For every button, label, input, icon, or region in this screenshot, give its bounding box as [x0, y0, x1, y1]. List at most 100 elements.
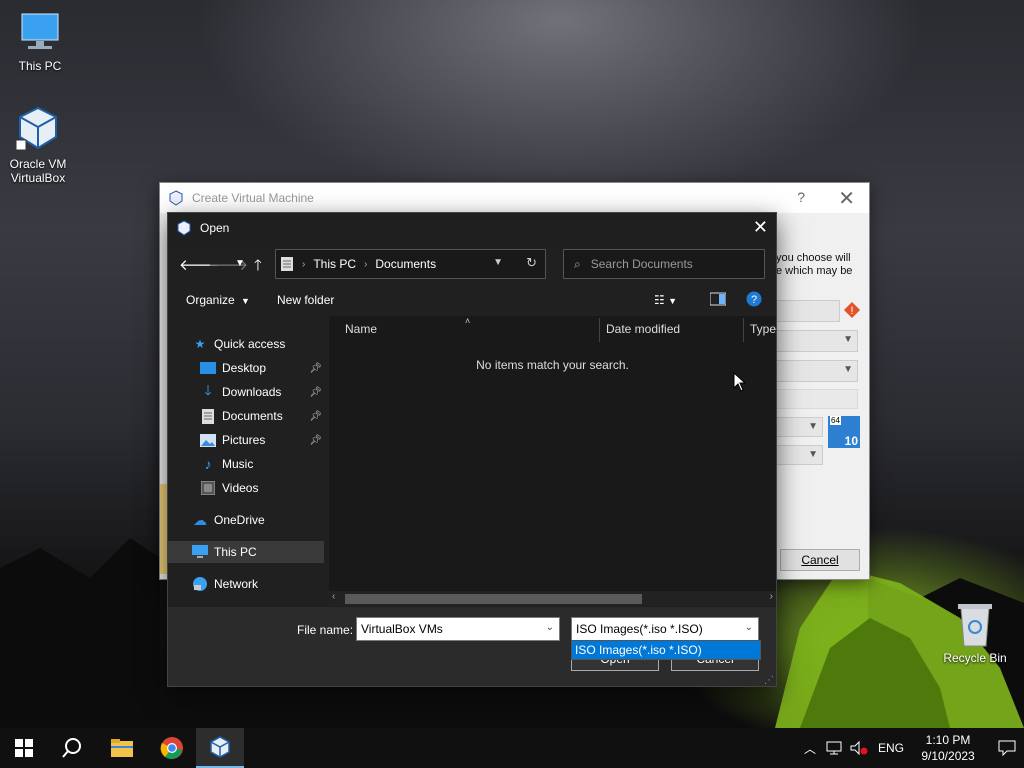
new-folder-button[interactable]: New folder [277, 293, 334, 307]
search-box[interactable]: ⌕ Search Documents [563, 249, 765, 279]
chevron-down-icon: ▼ [241, 296, 250, 306]
os-type-badge: 64 10 [828, 416, 860, 448]
recycle-bin-desktop-icon[interactable]: Recycle Bin [935, 600, 1015, 665]
open-dialog-titlebar: Open ✕ [168, 213, 776, 243]
type-combo[interactable]: ▼ [776, 417, 823, 437]
scroll-left-icon[interactable]: ‹ [332, 591, 335, 602]
nav-documents[interactable]: Documents 📌︎ [168, 405, 324, 427]
wizard-description: you choose will e which may be [776, 252, 852, 278]
up-arrow-icon[interactable]: 🡑 [254, 255, 262, 280]
column-separator [743, 318, 744, 342]
file-name-input[interactable]: VirtualBox VMs ⌄ [356, 617, 560, 641]
create-vm-cancel-button[interactable]: Cancel [780, 549, 860, 571]
monitor-icon [21, 13, 59, 49]
virtualbox-taskbar-button[interactable] [196, 728, 244, 768]
nav-downloads[interactable]: 🡓 Downloads 📌︎ [168, 381, 324, 403]
organize-button[interactable]: Organize ▼ [186, 293, 250, 307]
help-button[interactable]: ? [797, 189, 805, 205]
file-explorer-button[interactable] [98, 728, 146, 768]
file-list[interactable]: ˄ Name Date modified Type No items match… [329, 316, 776, 591]
start-button[interactable] [0, 728, 48, 768]
close-create-vm-button[interactable]: ✕ [838, 186, 855, 211]
chrome-button[interactable] [148, 728, 196, 768]
vm-name-field[interactable] [776, 300, 840, 322]
view-options-icon[interactable]: ☷ ▼ [654, 293, 677, 307]
iso-image-combo[interactable]: ▼ [776, 360, 858, 382]
virtualbox-desktop-icon[interactable]: Oracle VM VirtualBox [0, 104, 78, 185]
wizard-text-line2: e which may be [776, 265, 853, 277]
notifications-icon[interactable] [998, 740, 1016, 756]
version-combo[interactable]: ▼ [776, 445, 823, 465]
network-icon [192, 576, 208, 592]
file-type-option[interactable]: ISO Images(*.iso *.ISO) [571, 640, 761, 660]
refresh-icon[interactable]: ↻ [526, 255, 537, 271]
nav-label: This PC [214, 545, 257, 559]
edition-combo[interactable] [776, 389, 858, 409]
svg-text:!: ! [850, 305, 853, 317]
column-type[interactable]: Type [750, 322, 776, 336]
chevron-down-icon[interactable]: ⌄ [546, 622, 554, 633]
network-status-icon[interactable] [826, 741, 842, 755]
language-indicator[interactable]: ENG [878, 741, 904, 755]
preview-pane-icon[interactable] [709, 292, 727, 309]
create-vm-titlebar: Create Virtual Machine ? ✕ [160, 183, 869, 213]
taskbar: ︿ ENG 1:10 PM 9/10/2023 [0, 728, 1024, 768]
breadcrumb-this-pc[interactable]: This PC [313, 257, 356, 271]
pin-icon: 📌︎ [309, 434, 322, 446]
nav-label: Quick access [214, 337, 286, 351]
this-pc-label: This PC [18, 59, 62, 73]
svg-text:?: ? [751, 294, 757, 306]
command-toolbar: Organize ▼ New folder ☷ ▼ ? [168, 285, 776, 315]
search-placeholder: Search Documents [590, 257, 693, 271]
scrollbar-thumb[interactable] [345, 594, 642, 604]
pin-icon: 📌︎ [309, 386, 322, 398]
address-bar[interactable]: › This PC › Documents ▼ ↻ [275, 249, 546, 279]
pictures-icon [200, 432, 216, 448]
file-type-select[interactable]: ISO Images(*.iso *.ISO) ⌄ [571, 617, 759, 641]
nav-label: Videos [222, 481, 259, 495]
music-icon: ♪ [204, 456, 212, 472]
column-date-modified[interactable]: Date modified [606, 322, 680, 336]
clock[interactable]: 1:10 PM 9/10/2023 [916, 732, 980, 764]
vm-folder-combo[interactable]: ▼ [776, 330, 858, 352]
empty-folder-message: No items match your search. [476, 358, 629, 372]
folder-icon [111, 739, 133, 757]
help-icon[interactable]: ? [746, 291, 762, 310]
chevron-down-icon: ▼ [808, 449, 818, 460]
nav-this-pc[interactable]: This PC [168, 541, 324, 563]
nav-desktop[interactable]: Desktop 📌︎ [168, 357, 324, 379]
breadcrumb-documents[interactable]: Documents [375, 257, 436, 271]
nav-music[interactable]: ♪ Music [168, 453, 324, 475]
open-file-dialog: Open ✕ 🡐 🡒 ▼ 🡑 › This PC › Documents ▼ ↻… [167, 212, 777, 687]
wizard-text-line1: you choose will [776, 252, 851, 264]
nav-network[interactable]: Network [168, 573, 324, 595]
open-dialog-title: Open [200, 221, 230, 235]
close-dialog-button[interactable]: ✕ [753, 217, 768, 238]
sort-ascending-icon: ˄ [465, 316, 471, 326]
nav-quick-access[interactable]: ★ Quick access [168, 333, 324, 355]
search-button[interactable] [48, 728, 96, 768]
recycle-bin-label: Recycle Bin [943, 651, 1007, 665]
recent-locations-chevron-icon[interactable]: ▼ [235, 258, 245, 269]
resize-grip-icon[interactable]: ⋰ [764, 675, 774, 686]
volume-muted-icon[interactable] [850, 741, 868, 755]
navigation-pane: ★ Quick access Desktop 📌︎ 🡓 Downloads 📌︎… [168, 318, 326, 591]
nav-videos[interactable]: Videos [168, 477, 324, 499]
chevron-down-icon: ⌄ [744, 622, 753, 633]
address-dropdown-chevron-icon[interactable]: ▼ [493, 257, 503, 268]
column-separator [599, 318, 600, 342]
clock-date: 9/10/2023 [921, 749, 975, 763]
document-location-icon [281, 257, 293, 271]
nav-pictures[interactable]: Pictures 📌︎ [168, 429, 324, 451]
nav-onedrive[interactable]: ☁ OneDrive [168, 509, 324, 531]
show-hidden-icons-chevron-icon[interactable]: ︿ [804, 740, 816, 757]
nav-label: OneDrive [214, 513, 265, 527]
scroll-right-icon[interactable]: › [770, 591, 773, 602]
column-name[interactable]: Name [345, 322, 377, 336]
nav-label: Music [222, 457, 254, 471]
this-pc-desktop-icon[interactable]: This PC [0, 8, 80, 73]
warning-icon: ! [844, 302, 860, 318]
nav-label: Documents [222, 409, 283, 423]
nav-label: Network [214, 577, 259, 591]
horizontal-scrollbar[interactable]: ‹ › [329, 591, 776, 606]
